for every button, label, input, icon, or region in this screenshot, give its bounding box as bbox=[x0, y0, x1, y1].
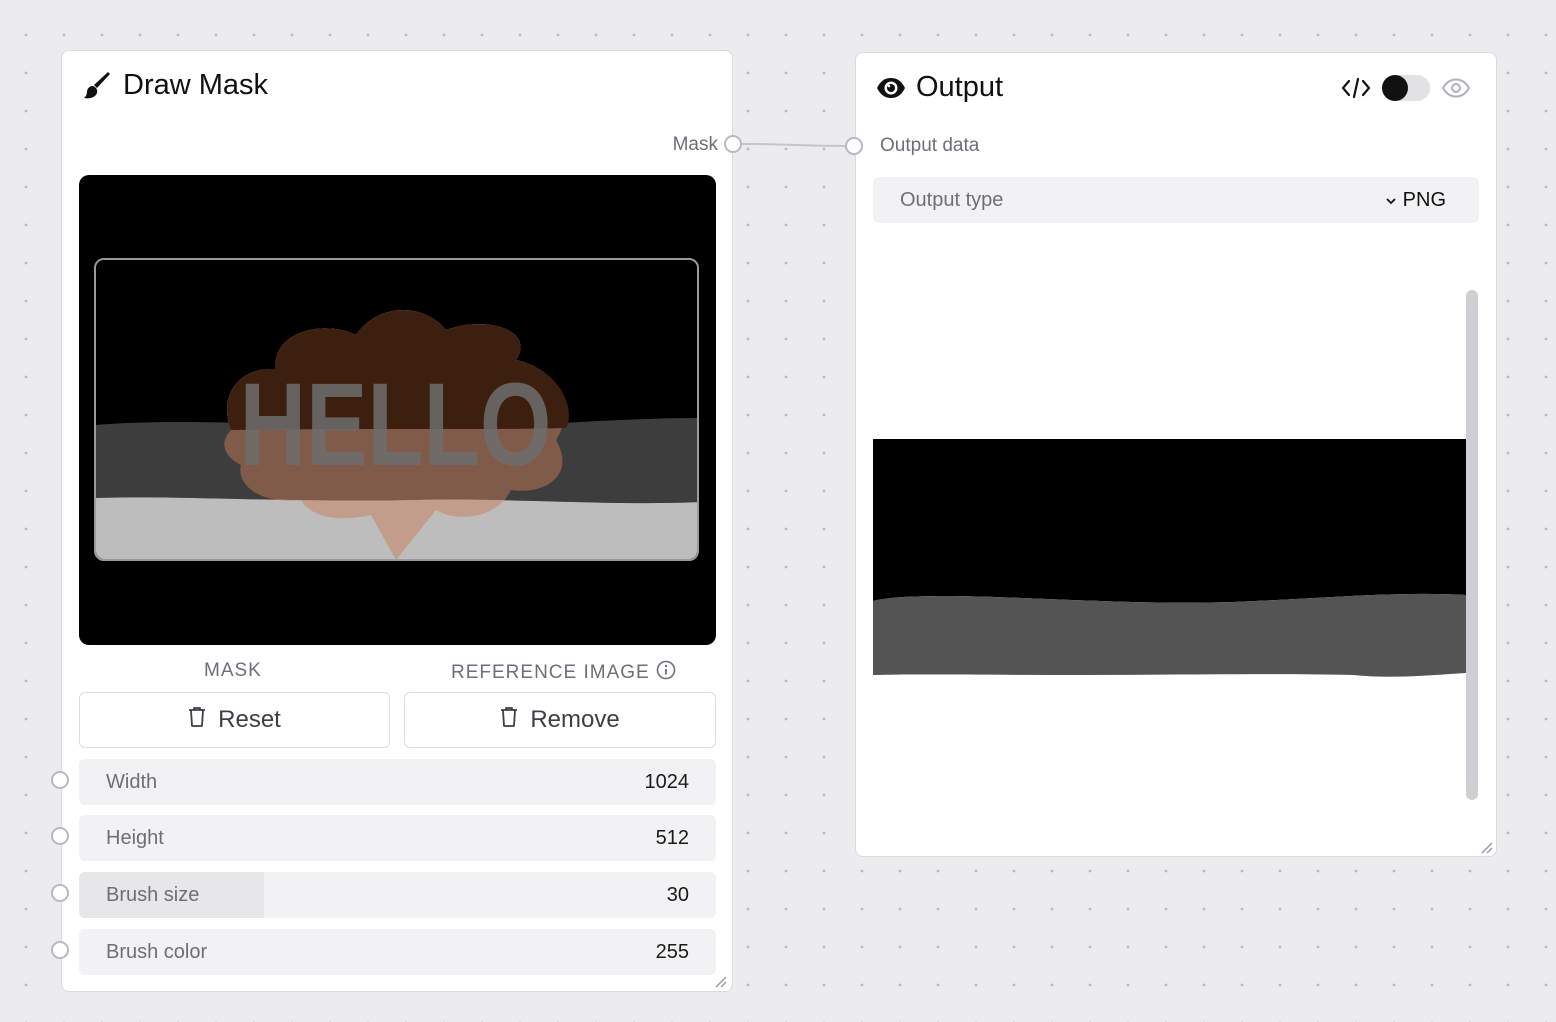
height-field[interactable]: Height 512 bbox=[79, 815, 716, 861]
brush-size-slider[interactable]: Brush size 30 bbox=[79, 872, 716, 918]
output-data-input-port[interactable] bbox=[845, 137, 863, 155]
eye-icon bbox=[876, 76, 906, 100]
brush-color-field[interactable]: Brush color 255 bbox=[79, 929, 716, 975]
resize-handle-icon[interactable] bbox=[1479, 840, 1493, 854]
reference-image-frame: HELLO bbox=[94, 258, 699, 561]
output-node[interactable]: Output Output data Output type PNG bbox=[845, 52, 1497, 857]
node-title-text: Draw Mask bbox=[123, 69, 269, 101]
chevron-down-icon bbox=[1385, 189, 1397, 212]
brush-size-input-port[interactable] bbox=[51, 884, 69, 902]
trash-icon bbox=[500, 706, 518, 735]
preview-toggle[interactable] bbox=[1382, 75, 1430, 101]
width-field[interactable]: Width 1024 bbox=[79, 759, 716, 805]
canvas-hello-text: HELLO bbox=[240, 359, 552, 491]
info-icon[interactable] bbox=[656, 660, 676, 686]
reset-mask-button[interactable]: Reset bbox=[79, 692, 390, 748]
reset-button-label: Reset bbox=[218, 706, 281, 733]
node-title: Draw Mask bbox=[83, 69, 268, 102]
height-input-port[interactable] bbox=[51, 827, 69, 845]
output-image-preview bbox=[873, 439, 1466, 739]
brush-color-label: Brush color bbox=[106, 940, 208, 963]
mask-output-label: Mask bbox=[672, 134, 718, 155]
brush-color-value: 255 bbox=[655, 940, 689, 963]
remove-reference-button[interactable]: Remove bbox=[404, 692, 716, 748]
height-label: Height bbox=[106, 826, 164, 849]
visibility-eye-icon[interactable] bbox=[1441, 78, 1471, 103]
mask-section-label: MASK bbox=[204, 660, 262, 681]
brush-size-value: 30 bbox=[666, 883, 689, 906]
node-title: Output bbox=[876, 71, 1003, 104]
width-value: 1024 bbox=[644, 770, 690, 793]
brush-size-label: Brush size bbox=[106, 883, 200, 906]
output-type-select[interactable]: Output type PNG bbox=[873, 177, 1479, 223]
width-label: Width bbox=[106, 770, 158, 793]
reference-image-label-text: REFERENCE IMAGE bbox=[451, 662, 650, 683]
output-type-value: PNG bbox=[1402, 188, 1446, 211]
preview-scrollbar[interactable] bbox=[1466, 290, 1478, 800]
output-type-label: Output type bbox=[900, 188, 1004, 211]
toggle-knob bbox=[1382, 75, 1408, 101]
mask-output-port[interactable] bbox=[724, 135, 742, 153]
width-input-port[interactable] bbox=[51, 771, 69, 789]
mask-canvas[interactable]: HELLO bbox=[79, 175, 716, 645]
height-value: 512 bbox=[655, 826, 689, 849]
brush-color-input-port[interactable] bbox=[51, 941, 69, 959]
remove-button-label: Remove bbox=[530, 706, 620, 733]
trash-icon bbox=[188, 706, 206, 735]
output-data-label: Output data bbox=[880, 135, 980, 156]
draw-mask-node[interactable]: Draw Mask Mask HELLO MASK REFERENCE IMAG… bbox=[51, 50, 742, 992]
reference-image-section-label: REFERENCE IMAGE bbox=[451, 660, 676, 686]
node-title-text: Output bbox=[916, 71, 1004, 103]
resize-handle-icon[interactable] bbox=[713, 974, 727, 988]
paintbrush-icon bbox=[83, 71, 113, 101]
code-view-icon[interactable] bbox=[1341, 77, 1371, 104]
